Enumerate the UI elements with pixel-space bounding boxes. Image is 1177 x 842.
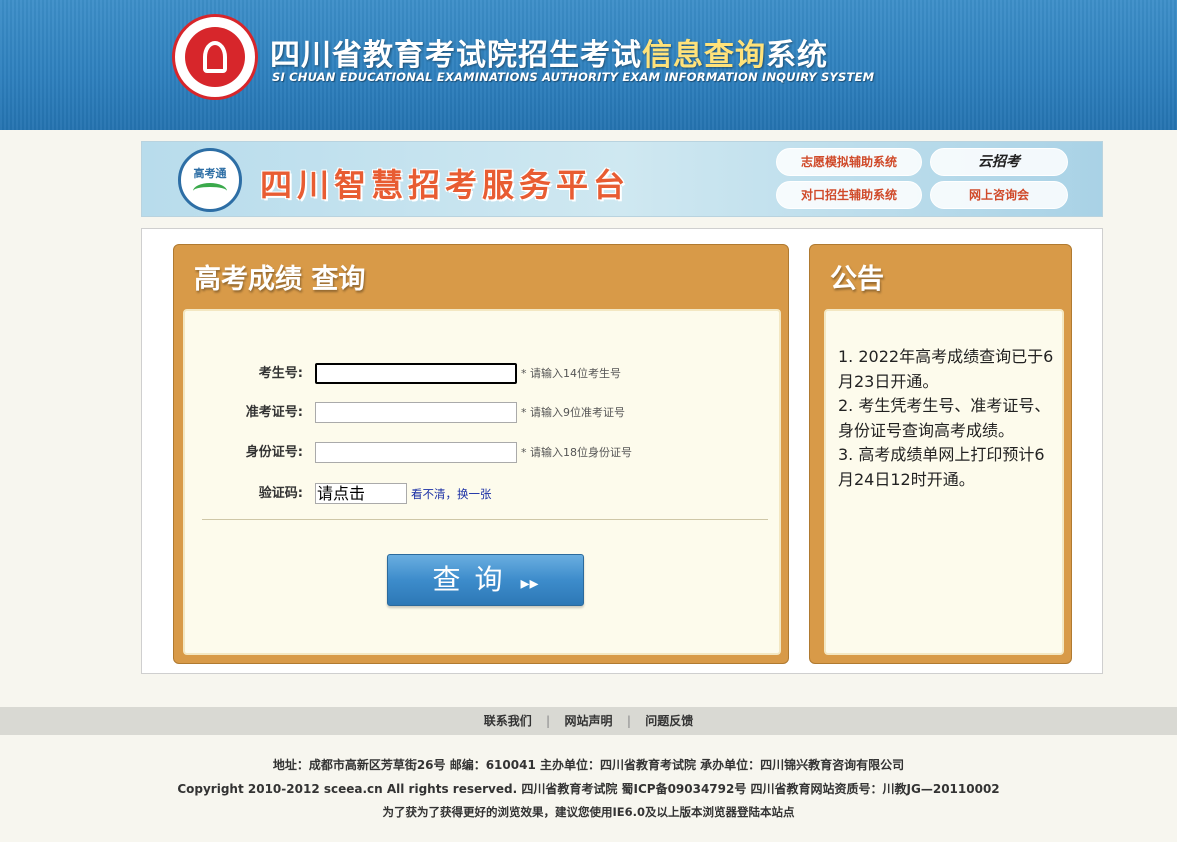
admission-ticket-label: 准考证号: xyxy=(245,405,303,420)
banner-title: 四川智慧招考服务平台 xyxy=(260,166,631,204)
feedback-link[interactable]: 问题反馈 xyxy=(645,714,693,728)
id-number-input[interactable] xyxy=(315,442,517,463)
contact-us-link[interactable]: 联系我们 xyxy=(484,714,532,728)
notice-panel-title: 公告 xyxy=(830,264,884,295)
footer-address: 地址：成都市高新区芳草街26号 邮编：610041 主办单位：四川省教育考试院 … xyxy=(272,758,905,772)
notice-item: 1. 2022年高考成绩查询已于6月23日开通。 xyxy=(838,347,1054,391)
notice-body: 1. 2022年高考成绩查询已于6月23日开通。 2. 考生凭考生号、准考证号、… xyxy=(824,309,1064,655)
query-submit-button[interactable]: 查询 ▸▸ xyxy=(387,554,584,606)
captcha-label: 验证码: xyxy=(258,486,303,501)
notice-item: 2. 考生凭考生号、准考证号、身份证号查询高考成绩。 xyxy=(838,396,1051,440)
footer-separator: | xyxy=(545,714,551,728)
footer-separator: | xyxy=(626,714,632,728)
site-title-highlight: 信息查询 xyxy=(642,38,766,73)
admission-ticket-input[interactable] xyxy=(315,402,517,423)
gaokaotong-logo-icon: 高考通 xyxy=(178,148,242,212)
site-title-suffix: 系统 xyxy=(766,38,828,73)
site-subtitle: SI CHUAN EDUCATIONAL EXAMINATIONS AUTHOR… xyxy=(272,70,875,84)
platform-banner: 高考通 四川智慧招考服务平台 志愿模拟辅助系统 云招考 对口招生辅助系统 网上咨… xyxy=(141,141,1103,217)
volunteer-simulation-button[interactable]: 志愿模拟辅助系统 xyxy=(776,148,922,176)
main-content: 高考成绩 查询 考生号: * 请输入14位考生号 准考证号: * 请输入9位准考… xyxy=(141,228,1103,674)
captcha-refresh-link[interactable]: 看不清，换一张 xyxy=(411,483,492,505)
query-form: 考生号: * 请输入14位考生号 准考证号: * 请输入9位准考证号 身份证号:… xyxy=(183,309,781,655)
captcha-field[interactable]: 请点击 xyxy=(315,483,407,504)
banner-logo-text: 高考通 xyxy=(193,167,227,180)
double-chevron-right-icon: ▸▸ xyxy=(520,573,539,594)
id-number-hint: * 请输入18位身份证号 xyxy=(521,446,632,459)
candidate-number-input[interactable] xyxy=(315,363,517,384)
query-panel-title: 高考成绩 查询 xyxy=(194,264,366,295)
id-number-label: 身份证号: xyxy=(245,445,303,460)
seal-logo-icon xyxy=(172,14,258,100)
candidate-number-label: 考生号: xyxy=(258,366,303,381)
online-consultation-button[interactable]: 网上咨询会 xyxy=(930,181,1068,209)
site-title: 四川省教育考试院招生考试信息查询系统 xyxy=(270,30,828,74)
site-title-main: 四川省教育考试院招生考试 xyxy=(270,38,642,73)
admission-ticket-hint: * 请输入9位准考证号 xyxy=(521,406,625,419)
vocational-enrollment-button[interactable]: 对口招生辅助系统 xyxy=(776,181,922,209)
site-statement-link[interactable]: 网站声明 xyxy=(564,714,612,728)
footer-nav: 联系我们 | 网站声明 | 问题反馈 xyxy=(0,707,1177,735)
footer-browser-note: 为了获为了获得更好的浏览效果，建议您使用IE6.0及以上版本浏览器登陆本站点 xyxy=(382,805,795,819)
site-header: 四川省教育考试院招生考试信息查询系统 SI CHUAN EDUCATIONAL … xyxy=(0,0,1177,130)
candidate-number-hint: * 请输入14位考生号 xyxy=(521,367,621,380)
footer-copyright: Copyright 2010-2012 sceea.cn All rights … xyxy=(177,782,1000,796)
notice-panel: 公告 1. 2022年高考成绩查询已于6月23日开通。 2. 考生凭考生号、准考… xyxy=(809,244,1072,664)
query-button-label: 查询 xyxy=(432,563,517,596)
form-divider xyxy=(202,519,768,520)
notice-item: 3. 高考成绩单网上打印预计6月24日12时开通。 xyxy=(838,445,1045,489)
score-query-panel: 高考成绩 查询 考生号: * 请输入14位考生号 准考证号: * 请输入9位准考… xyxy=(173,244,789,664)
cloud-exam-button[interactable]: 云招考 xyxy=(930,148,1068,176)
